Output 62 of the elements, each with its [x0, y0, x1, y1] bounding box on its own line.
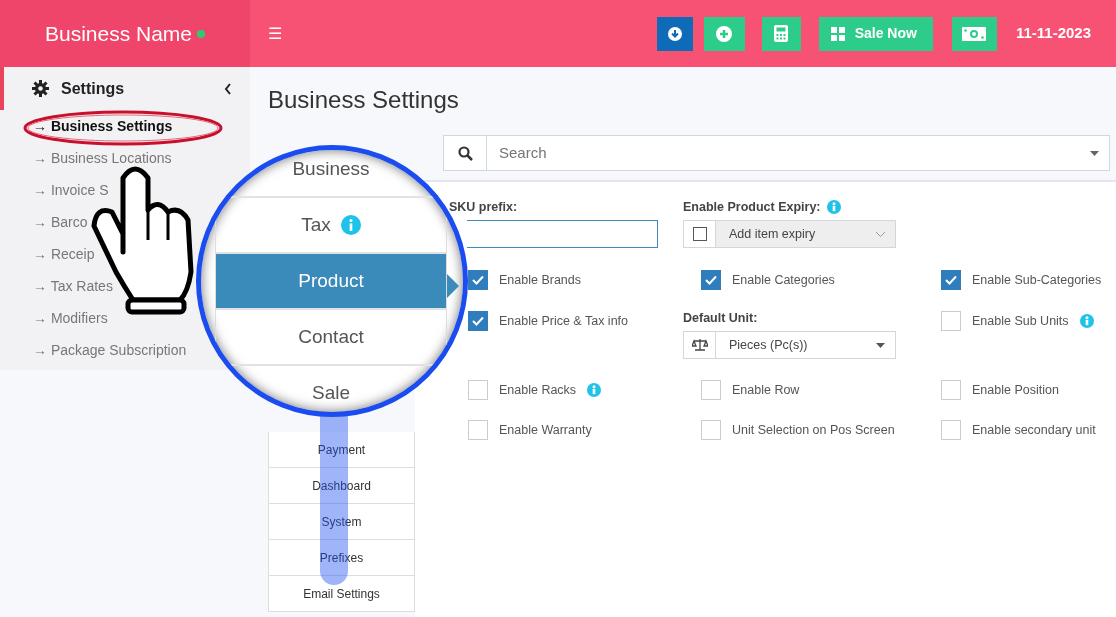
- checkbox-label: Enable Racks: [499, 381, 577, 399]
- checkbox-label: Enable Row: [732, 381, 800, 399]
- download-button[interactable]: [656, 16, 693, 51]
- grid-icon: [830, 26, 845, 41]
- tab-arrow-icon: [447, 274, 459, 298]
- field-label: Enable Product Expiry:: [683, 198, 821, 216]
- checkbox-label: Enable secondary unit: [972, 421, 1096, 439]
- chevron-icon[interactable]: [224, 82, 232, 95]
- select-value: Add item expiry: [729, 225, 816, 243]
- chevron-icon: [876, 231, 885, 237]
- checkbox-label: Unit Selection on Pos Screen: [732, 421, 895, 439]
- gear-icon: [32, 80, 49, 97]
- sidebar-heading: Settings: [61, 78, 125, 99]
- select-field[interactable]: Pieces (Pc(s)): [683, 331, 896, 359]
- check-icon: [945, 275, 957, 285]
- checkbox[interactable]: [692, 227, 707, 241]
- plus-icon: [716, 25, 733, 42]
- download-icon: [667, 26, 682, 41]
- checkbox-label: Enable Categories: [732, 271, 835, 289]
- settings-tab[interactable]: Contact: [215, 310, 447, 366]
- checkbox[interactable]: [468, 270, 488, 290]
- settings-tab[interactable]: Email Settings: [268, 576, 415, 612]
- select-value: Pieces (Pc(s)): [729, 336, 808, 354]
- menu-button[interactable]: ☰: [268, 21, 282, 46]
- scale-icon: [691, 339, 708, 351]
- banknote-icon: [962, 26, 987, 41]
- page-title: Business Settings: [268, 85, 460, 114]
- check-icon: [472, 275, 484, 285]
- check-icon: [472, 316, 484, 326]
- checkbox-label: Enable Sub Units: [972, 312, 1069, 330]
- sidebar-item[interactable]: → Business Locations: [33, 147, 172, 169]
- add-button[interactable]: [703, 16, 745, 51]
- checkbox-label: Enable Sub-Categories: [972, 271, 1102, 289]
- caret-icon: [876, 342, 885, 348]
- text-field[interactable]: [467, 220, 658, 248]
- settings-tab[interactable]: Payment: [268, 432, 415, 468]
- caret-icon: [1090, 150, 1099, 156]
- check-icon: [705, 275, 717, 285]
- sidebar-item[interactable]: → Tax Rates: [33, 275, 113, 297]
- sidebar-item[interactable]: → Modifiers: [33, 307, 108, 329]
- search-icon: [457, 145, 473, 161]
- sidebar-item[interactable]: → Receip: [33, 243, 95, 265]
- date-text: 11-11-2023: [1015, 23, 1091, 44]
- field-label: Default Unit:: [683, 309, 758, 327]
- expiry-input-group[interactable]: Add item expiry: [683, 220, 896, 248]
- checkbox-label: Enable Position: [972, 381, 1059, 399]
- checkbox[interactable]: [701, 270, 721, 290]
- checkbox-label: Enable Price & Tax info: [499, 312, 628, 330]
- field-label: SKU prefix:: [449, 198, 518, 216]
- checkbox-label: Enable Brands: [499, 271, 581, 289]
- checkbox[interactable]: [941, 270, 961, 290]
- settings-tab[interactable]: Dashboard: [268, 468, 415, 504]
- brand-name: Business Name: [44, 20, 193, 47]
- sidebar-item[interactable]: → Package Subscription: [33, 339, 187, 361]
- calculator-button[interactable]: [761, 16, 801, 51]
- sidebar-item[interactable]: → Barco: [33, 211, 88, 233]
- calculator-icon: [774, 25, 789, 42]
- settings-tab[interactable]: Product: [215, 254, 447, 310]
- checkbox[interactable]: [468, 311, 488, 331]
- checkbox-label: Enable Warranty: [499, 421, 592, 439]
- cash-button[interactable]: [951, 16, 997, 51]
- sidebar-item[interactable]: → Invoice S: [33, 179, 109, 201]
